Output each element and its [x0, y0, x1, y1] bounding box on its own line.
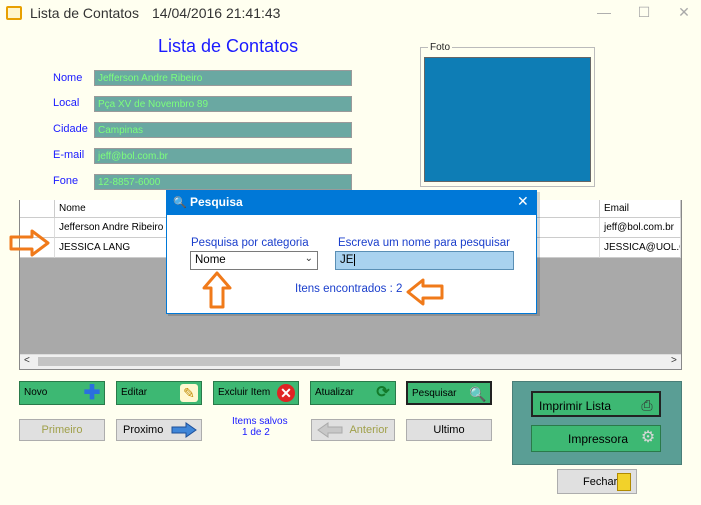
search-input[interactable]: JE — [335, 251, 514, 270]
primeiro-button[interactable]: Primeiro — [19, 419, 105, 441]
imprimir-lista-label: Imprimir Lista — [539, 399, 612, 413]
annotation-arrow-left-icon — [406, 278, 444, 306]
email-label: E-mail — [53, 149, 85, 161]
minimize-button[interactable]: — — [594, 4, 614, 20]
magnifier-icon: 🔍 — [469, 386, 487, 402]
search-input-value: JE — [340, 254, 354, 266]
printer-icon: ⎙ — [641, 397, 653, 413]
search-icon: 🔍 — [173, 197, 187, 209]
imprimir-lista-button[interactable]: Imprimir Lista ⎙ — [531, 391, 661, 417]
photo-picturebox[interactable] — [424, 57, 591, 182]
fechar-label: Fechar — [583, 476, 618, 488]
refresh-icon: ⟳ — [376, 384, 390, 401]
grid-cell-email[interactable]: jeff@bol.com.br — [600, 218, 681, 238]
arrow-right-icon — [171, 422, 197, 438]
scroll-left-icon[interactable]: < — [24, 355, 30, 366]
items-saved-label: Items salvos — [232, 416, 288, 427]
editar-button[interactable]: Editar ✎ — [116, 381, 202, 405]
annotation-arrow-right-icon — [9, 229, 50, 257]
atualizar-label: Atualizar — [315, 387, 354, 398]
grid-row-header-corner — [20, 200, 55, 218]
atualizar-button[interactable]: Atualizar ⟳ — [310, 381, 396, 405]
anterior-label: Anterior — [349, 424, 388, 436]
novo-label: Novo — [24, 387, 48, 398]
cidade-field[interactable]: Campinas — [94, 122, 352, 138]
chevron-down-icon: ⌄ — [304, 253, 313, 264]
dialog-close-button[interactable]: ✕ — [517, 193, 529, 210]
anterior-button[interactable]: Anterior — [311, 419, 395, 441]
nome-field[interactable]: Jefferson Andre Ribeiro — [94, 70, 352, 86]
dialog-title: Pesquisa — [190, 195, 243, 209]
category-select[interactable]: Nome ⌄ — [190, 251, 318, 270]
impressora-label: Impressora — [568, 432, 629, 446]
cidade-label: Cidade — [53, 123, 88, 135]
annotation-arrow-up-icon — [202, 271, 232, 309]
window-close-button[interactable]: ✕ — [674, 4, 694, 21]
pesquisar-button[interactable]: Pesquisar 🔍 — [406, 381, 492, 405]
text-cursor — [354, 254, 356, 266]
scroll-right-icon[interactable]: > — [671, 355, 677, 366]
maximize-button[interactable]: ☐ — [634, 4, 654, 21]
fechar-button[interactable]: Fechar — [557, 469, 637, 494]
pesquisar-label: Pesquisar — [412, 388, 457, 399]
fone-field[interactable]: 12-8857-6000 — [94, 174, 352, 190]
arrow-left-icon — [317, 422, 343, 438]
form-title: Lista de Contatos — [158, 36, 299, 56]
excluir-label: Excluir Item — [218, 387, 271, 398]
local-label: Local — [53, 97, 80, 109]
gear-icon: ⚙ — [640, 429, 656, 446]
photo-label: Foto — [428, 42, 453, 53]
plus-icon: ✚ — [83, 382, 101, 404]
items-found-label: Itens encontrados : 2 — [295, 283, 403, 295]
proximo-button[interactable]: Proximo — [116, 419, 202, 441]
email-field[interactable]: jeff@bol.com.br — [94, 148, 352, 164]
items-saved-count: 1 de 2 — [242, 427, 270, 438]
app-icon — [6, 6, 22, 20]
proximo-label: Proximo — [123, 424, 164, 436]
novo-button[interactable]: Novo ✚ — [19, 381, 105, 405]
scrollbar-thumb[interactable] — [38, 357, 340, 366]
edit-pencil-icon: ✎ — [180, 384, 198, 402]
fone-label: Fone — [53, 175, 79, 187]
editar-label: Editar — [121, 387, 148, 398]
delete-x-icon: ✕ — [277, 384, 295, 402]
grid-cell-email[interactable]: JESSICA@UOL.COM — [600, 238, 681, 258]
window-datetime: 14/04/2016 21:41:43 — [152, 5, 281, 21]
category-label: Pesquisa por categoria — [191, 237, 309, 249]
excluir-item-button[interactable]: Excluir Item ✕ — [213, 381, 299, 405]
local-field[interactable]: Pça XV de Novembro 89 — [94, 96, 352, 112]
grid-header-email[interactable]: Email — [600, 200, 681, 218]
ultimo-button[interactable]: Ultimo — [406, 419, 492, 441]
impressora-button[interactable]: Impressora ⚙ — [531, 425, 661, 452]
nome-label: Nome — [53, 72, 83, 84]
category-selected-value: Nome — [195, 254, 226, 266]
exit-door-icon — [617, 473, 631, 491]
window-title: Lista de Contatos — [30, 5, 139, 21]
search-name-label: Escreva um nome para pesquisar — [338, 237, 510, 249]
